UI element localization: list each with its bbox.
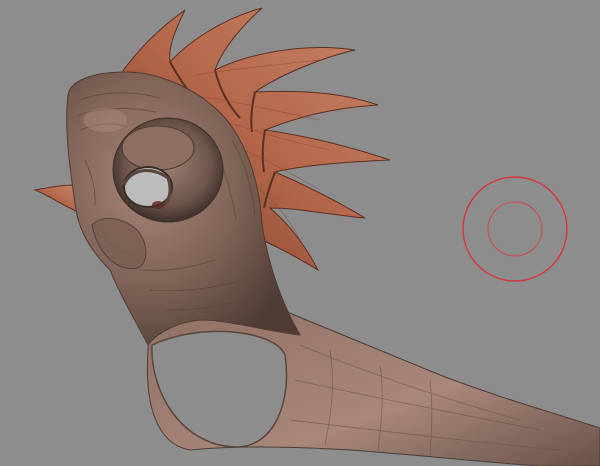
brush-circle-icon[interactable] <box>461 175 569 283</box>
eye-opening <box>123 166 173 208</box>
forehead-highlight <box>83 108 127 132</box>
brush-outer-ring <box>462 176 568 282</box>
eye-inner-shadow <box>152 201 164 209</box>
eye-lid-upper <box>121 125 195 171</box>
sculpt-viewport[interactable] <box>0 0 600 466</box>
side-fin <box>33 184 79 213</box>
brush-inner-ring <box>487 201 543 257</box>
